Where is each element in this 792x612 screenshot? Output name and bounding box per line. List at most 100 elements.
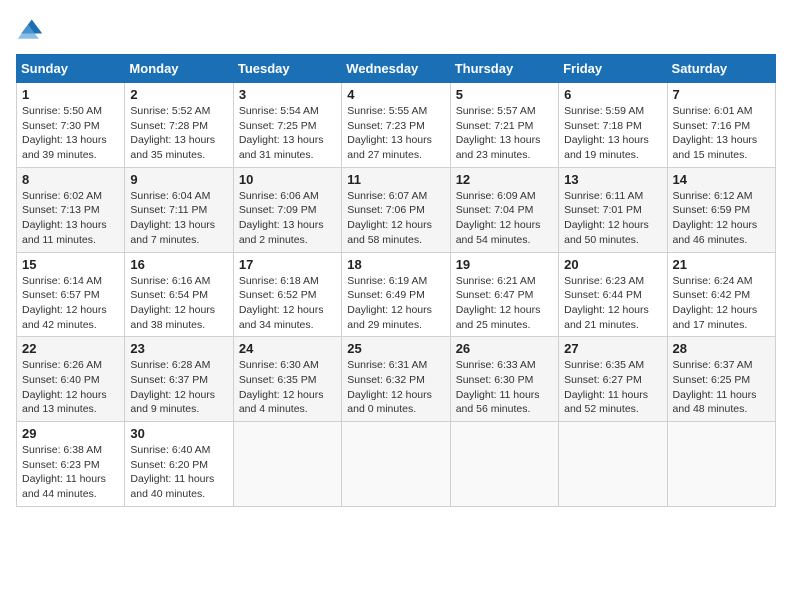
day-number: 7 xyxy=(673,87,770,102)
day-number: 8 xyxy=(22,172,119,187)
day-number: 28 xyxy=(673,341,770,356)
day-number: 24 xyxy=(239,341,336,356)
calendar-week-row: 15 Sunrise: 6:14 AM Sunset: 6:57 PM Dayli… xyxy=(17,252,776,337)
calendar-cell: 18 Sunrise: 6:19 AM Sunset: 6:49 PM Dayli… xyxy=(342,252,450,337)
day-info: Sunrise: 5:59 AM Sunset: 7:18 PM Dayligh… xyxy=(564,104,661,163)
calendar-cell: 6 Sunrise: 5:59 AM Sunset: 7:18 PM Daylig… xyxy=(559,83,667,168)
calendar-week-row: 29 Sunrise: 6:38 AM Sunset: 6:23 PM Dayli… xyxy=(17,422,776,507)
day-number: 13 xyxy=(564,172,661,187)
day-info: Sunrise: 6:09 AM Sunset: 7:04 PM Dayligh… xyxy=(456,189,553,248)
day-number: 2 xyxy=(130,87,227,102)
day-info: Sunrise: 6:31 AM Sunset: 6:32 PM Dayligh… xyxy=(347,358,444,417)
calendar-week-row: 22Sunrise: 6:26 AM Sunset: 6:40 PM Dayli… xyxy=(17,337,776,422)
calendar-cell: 1Sunrise: 5:50 AM Sunset: 7:30 PM Daylig… xyxy=(17,83,125,168)
day-number: 12 xyxy=(456,172,553,187)
day-info: Sunrise: 6:01 AM Sunset: 7:16 PM Dayligh… xyxy=(673,104,770,163)
day-number: 14 xyxy=(673,172,770,187)
day-number: 5 xyxy=(456,87,553,102)
calendar-header-row: SundayMondayTuesdayWednesdayThursdayFrid… xyxy=(17,55,776,83)
calendar-cell: 7 Sunrise: 6:01 AM Sunset: 7:16 PM Daylig… xyxy=(667,83,775,168)
day-info: Sunrise: 5:55 AM Sunset: 7:23 PM Dayligh… xyxy=(347,104,444,163)
calendar-cell xyxy=(559,422,667,507)
calendar-cell xyxy=(233,422,341,507)
day-info: Sunrise: 6:12 AM Sunset: 6:59 PM Dayligh… xyxy=(673,189,770,248)
calendar-cell: 13 Sunrise: 6:11 AM Sunset: 7:01 PM Dayli… xyxy=(559,167,667,252)
day-number: 30 xyxy=(130,426,227,441)
day-info: Sunrise: 6:21 AM Sunset: 6:47 PM Dayligh… xyxy=(456,274,553,333)
day-info: Sunrise: 6:18 AM Sunset: 6:52 PM Dayligh… xyxy=(239,274,336,333)
day-info: Sunrise: 6:37 AM Sunset: 6:25 PM Dayligh… xyxy=(673,358,770,417)
calendar-cell xyxy=(342,422,450,507)
calendar-cell: 19 Sunrise: 6:21 AM Sunset: 6:47 PM Dayli… xyxy=(450,252,558,337)
day-number: 15 xyxy=(22,257,119,272)
calendar-cell: 5 Sunrise: 5:57 AM Sunset: 7:21 PM Daylig… xyxy=(450,83,558,168)
day-info: Sunrise: 6:23 AM Sunset: 6:44 PM Dayligh… xyxy=(564,274,661,333)
day-info: Sunrise: 6:06 AM Sunset: 7:09 PM Dayligh… xyxy=(239,189,336,248)
calendar-cell: 21Sunrise: 6:24 AM Sunset: 6:42 PM Dayli… xyxy=(667,252,775,337)
day-info: Sunrise: 5:57 AM Sunset: 7:21 PM Dayligh… xyxy=(456,104,553,163)
calendar-cell: 14 Sunrise: 6:12 AM Sunset: 6:59 PM Dayli… xyxy=(667,167,775,252)
day-number: 16 xyxy=(130,257,227,272)
logo xyxy=(16,16,48,44)
calendar-cell: 2 Sunrise: 5:52 AM Sunset: 7:28 PM Daylig… xyxy=(125,83,233,168)
calendar-header-friday: Friday xyxy=(559,55,667,83)
day-number: 25 xyxy=(347,341,444,356)
calendar-cell: 28 Sunrise: 6:37 AM Sunset: 6:25 PM Dayli… xyxy=(667,337,775,422)
day-info: Sunrise: 6:11 AM Sunset: 7:01 PM Dayligh… xyxy=(564,189,661,248)
calendar-cell: 8 Sunrise: 6:02 AM Sunset: 7:13 PM Daylig… xyxy=(17,167,125,252)
day-number: 26 xyxy=(456,341,553,356)
day-number: 27 xyxy=(564,341,661,356)
logo-icon xyxy=(16,16,44,44)
day-info: Sunrise: 6:24 AM Sunset: 6:42 PM Dayligh… xyxy=(673,274,770,333)
day-number: 17 xyxy=(239,257,336,272)
day-number: 18 xyxy=(347,257,444,272)
calendar-week-row: 8 Sunrise: 6:02 AM Sunset: 7:13 PM Daylig… xyxy=(17,167,776,252)
day-number: 9 xyxy=(130,172,227,187)
page-header xyxy=(16,16,776,44)
day-info: Sunrise: 6:33 AM Sunset: 6:30 PM Dayligh… xyxy=(456,358,553,417)
calendar-header-sunday: Sunday xyxy=(17,55,125,83)
day-number: 22 xyxy=(22,341,119,356)
calendar-cell: 11 Sunrise: 6:07 AM Sunset: 7:06 PM Dayli… xyxy=(342,167,450,252)
day-number: 4 xyxy=(347,87,444,102)
day-number: 1 xyxy=(22,87,119,102)
day-number: 23 xyxy=(130,341,227,356)
calendar-cell: 10Sunrise: 6:06 AM Sunset: 7:09 PM Dayli… xyxy=(233,167,341,252)
calendar-cell: 9 Sunrise: 6:04 AM Sunset: 7:11 PM Daylig… xyxy=(125,167,233,252)
calendar-cell: 3Sunrise: 5:54 AM Sunset: 7:25 PM Daylig… xyxy=(233,83,341,168)
day-info: Sunrise: 6:02 AM Sunset: 7:13 PM Dayligh… xyxy=(22,189,119,248)
calendar-cell: 4 Sunrise: 5:55 AM Sunset: 7:23 PM Daylig… xyxy=(342,83,450,168)
calendar-cell: 24Sunrise: 6:30 AM Sunset: 6:35 PM Dayli… xyxy=(233,337,341,422)
calendar-cell xyxy=(667,422,775,507)
day-info: Sunrise: 5:54 AM Sunset: 7:25 PM Dayligh… xyxy=(239,104,336,163)
day-number: 19 xyxy=(456,257,553,272)
day-info: Sunrise: 6:16 AM Sunset: 6:54 PM Dayligh… xyxy=(130,274,227,333)
calendar-cell: 27 Sunrise: 6:35 AM Sunset: 6:27 PM Dayli… xyxy=(559,337,667,422)
calendar-week-row: 1Sunrise: 5:50 AM Sunset: 7:30 PM Daylig… xyxy=(17,83,776,168)
calendar-cell: 12 Sunrise: 6:09 AM Sunset: 7:04 PM Dayli… xyxy=(450,167,558,252)
calendar-cell: 16 Sunrise: 6:16 AM Sunset: 6:54 PM Dayli… xyxy=(125,252,233,337)
day-info: Sunrise: 6:07 AM Sunset: 7:06 PM Dayligh… xyxy=(347,189,444,248)
day-info: Sunrise: 6:04 AM Sunset: 7:11 PM Dayligh… xyxy=(130,189,227,248)
calendar-cell: 23Sunrise: 6:28 AM Sunset: 6:37 PM Dayli… xyxy=(125,337,233,422)
day-info: Sunrise: 6:38 AM Sunset: 6:23 PM Dayligh… xyxy=(22,443,119,502)
calendar-cell: 22Sunrise: 6:26 AM Sunset: 6:40 PM Dayli… xyxy=(17,337,125,422)
calendar-cell xyxy=(450,422,558,507)
day-number: 29 xyxy=(22,426,119,441)
calendar-header-thursday: Thursday xyxy=(450,55,558,83)
day-number: 11 xyxy=(347,172,444,187)
day-number: 6 xyxy=(564,87,661,102)
day-info: Sunrise: 6:40 AM Sunset: 6:20 PM Dayligh… xyxy=(130,443,227,502)
calendar-cell: 17 Sunrise: 6:18 AM Sunset: 6:52 PM Dayli… xyxy=(233,252,341,337)
calendar-cell: 30 Sunrise: 6:40 AM Sunset: 6:20 PM Dayli… xyxy=(125,422,233,507)
day-info: Sunrise: 6:35 AM Sunset: 6:27 PM Dayligh… xyxy=(564,358,661,417)
calendar-cell: 29 Sunrise: 6:38 AM Sunset: 6:23 PM Dayli… xyxy=(17,422,125,507)
day-info: Sunrise: 6:19 AM Sunset: 6:49 PM Dayligh… xyxy=(347,274,444,333)
calendar-cell: 20Sunrise: 6:23 AM Sunset: 6:44 PM Dayli… xyxy=(559,252,667,337)
calendar-cell: 26 Sunrise: 6:33 AM Sunset: 6:30 PM Dayli… xyxy=(450,337,558,422)
calendar-header-saturday: Saturday xyxy=(667,55,775,83)
day-info: Sunrise: 6:14 AM Sunset: 6:57 PM Dayligh… xyxy=(22,274,119,333)
day-info: Sunrise: 5:52 AM Sunset: 7:28 PM Dayligh… xyxy=(130,104,227,163)
calendar-cell: 25 Sunrise: 6:31 AM Sunset: 6:32 PM Dayli… xyxy=(342,337,450,422)
calendar-header-wednesday: Wednesday xyxy=(342,55,450,83)
